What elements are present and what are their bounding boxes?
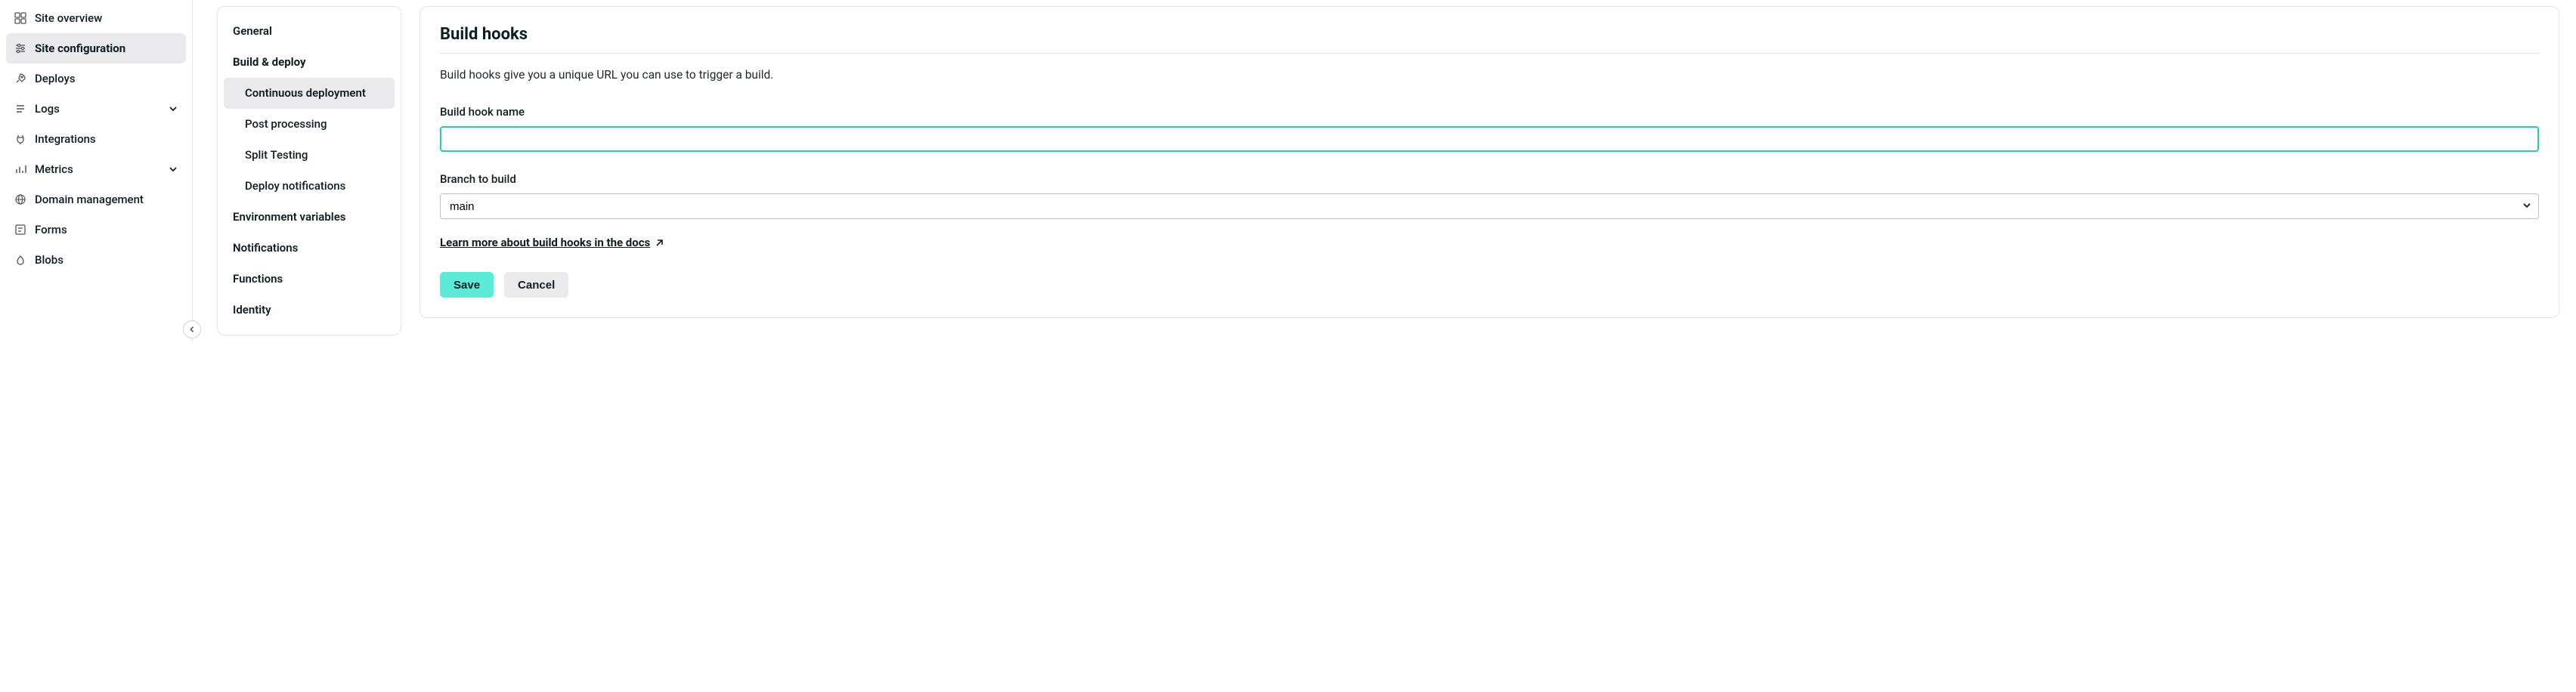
subnav-item-build-deploy[interactable]: Build & deploy (224, 47, 395, 78)
subnav-item-identity[interactable]: Identity (224, 295, 395, 326)
blob-icon (14, 253, 27, 267)
sidebar-item-blobs[interactable]: Blobs (6, 245, 186, 275)
rocket-icon (14, 72, 27, 85)
bar-chart-icon (14, 162, 27, 176)
panel-description: Build hooks give you a unique URL you ca… (440, 67, 2539, 84)
save-button[interactable]: Save (440, 272, 494, 298)
subnav: General Build & deploy Continuous deploy… (217, 6, 401, 335)
sidebar-item-domain-management[interactable]: Domain management (6, 184, 186, 215)
sliders-icon (14, 42, 27, 55)
form-icon (14, 223, 27, 236)
sidebar-item-label: Domain management (35, 192, 178, 208)
sidebar-item-label: Logs (35, 101, 160, 117)
sidebar-item-label: Blobs (35, 252, 178, 268)
sidebar-item-label: Site configuration (35, 41, 178, 57)
sidebar-item-site-overview[interactable]: Site overview (6, 3, 186, 33)
sidebar: Site overview Site configuration Deploys (0, 0, 193, 341)
sidebar-item-deploys[interactable]: Deploys (6, 63, 186, 94)
docs-link[interactable]: Learn more about build hooks in the docs (440, 235, 664, 251)
hook-name-input[interactable] (440, 126, 2539, 152)
hook-name-label: Build hook name (440, 104, 2539, 120)
sidebar-item-forms[interactable]: Forms (6, 215, 186, 245)
list-icon (14, 102, 27, 116)
sidebar-item-label: Site overview (35, 11, 178, 26)
subnav-item-deploy-notifications[interactable]: Deploy notifications (224, 171, 395, 202)
divider (440, 53, 2539, 54)
sidebar-item-label: Metrics (35, 162, 160, 178)
cancel-button[interactable]: Cancel (504, 272, 568, 298)
sidebar-item-label: Deploys (35, 71, 178, 87)
subnav-item-environment-variables[interactable]: Environment variables (224, 202, 395, 233)
sidebar-item-metrics[interactable]: Metrics (6, 154, 186, 184)
subnav-item-general[interactable]: General (224, 16, 395, 47)
sidebar-item-integrations[interactable]: Integrations (6, 124, 186, 154)
sidebar-item-logs[interactable]: Logs (6, 94, 186, 124)
branch-label: Branch to build (440, 171, 2539, 187)
globe-icon (14, 193, 27, 206)
plug-icon (14, 132, 27, 146)
branch-select[interactable]: main (440, 193, 2539, 219)
chevron-down-icon (168, 103, 178, 114)
sidebar-item-site-configuration[interactable]: Site configuration (6, 33, 186, 63)
subnav-item-continuous-deployment[interactable]: Continuous deployment (224, 78, 395, 109)
panel-title: Build hooks (440, 23, 2539, 47)
build-hooks-panel: Build hooks Build hooks give you a uniqu… (420, 6, 2559, 318)
sidebar-item-label: Integrations (35, 131, 178, 147)
dashboard-icon (14, 11, 27, 25)
subnav-item-split-testing[interactable]: Split Testing (224, 140, 395, 171)
external-link-icon (655, 239, 664, 248)
sidebar-item-label: Forms (35, 222, 178, 238)
collapse-sidebar-button[interactable] (183, 320, 201, 338)
docs-link-label: Learn more about build hooks in the docs (440, 235, 650, 251)
subnav-item-post-processing[interactable]: Post processing (224, 109, 395, 140)
chevron-down-icon (168, 164, 178, 175)
subnav-item-functions[interactable]: Functions (224, 264, 395, 295)
subnav-item-notifications[interactable]: Notifications (224, 233, 395, 264)
